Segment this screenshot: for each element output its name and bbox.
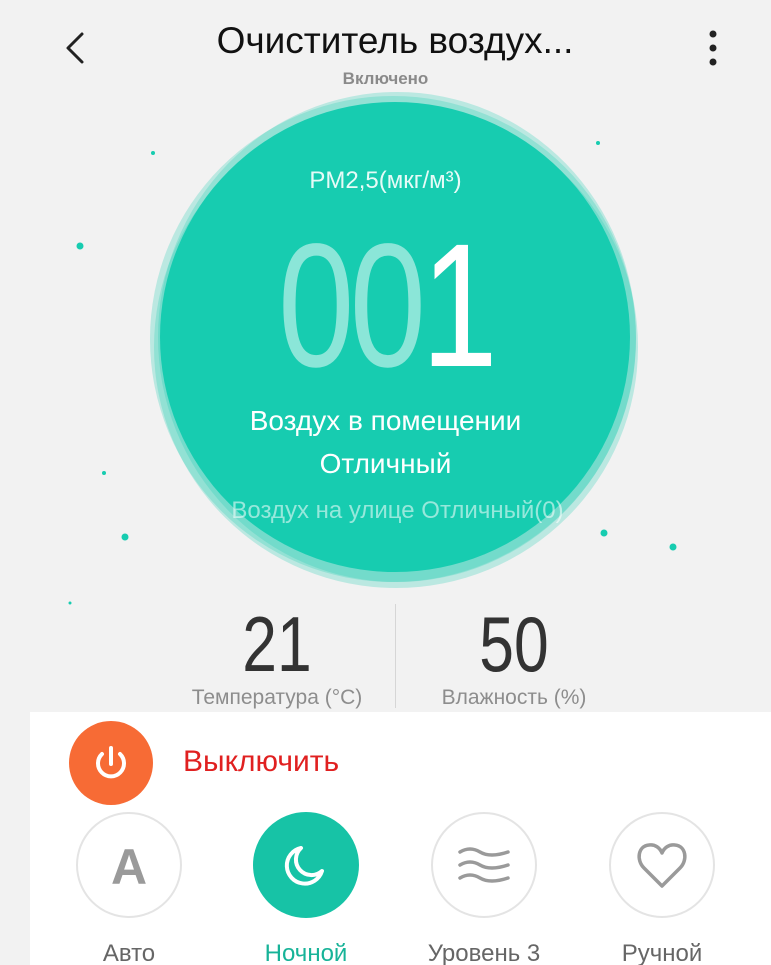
mode-night-circle (253, 812, 359, 918)
mode-level3-label: Уровень 3 (427, 940, 541, 965)
letter-a-icon: A (110, 839, 148, 895)
power-button[interactable] (69, 721, 153, 805)
heart-icon (637, 843, 687, 888)
mode-night-button[interactable]: Ночной (241, 812, 371, 965)
mode-manual-label: Ручной (621, 940, 703, 965)
indoor-air-status: Отличный (319, 448, 452, 479)
temperature-value: 21 (242, 600, 312, 688)
indoor-air-label: Воздух в помещении (249, 405, 522, 436)
pm25-significant: 1 (421, 208, 497, 404)
mode-auto-button[interactable]: A Авто (64, 812, 194, 965)
mode-level3-circle (431, 812, 537, 918)
humidity-label: Влажность (%) (441, 686, 587, 709)
humidity-value: 50 (479, 600, 549, 688)
temperature-label: Температура (°C) (191, 686, 363, 709)
mode-auto-circle: A (76, 812, 182, 918)
mode-auto-label: Авто (102, 940, 156, 965)
moon-icon (284, 846, 324, 886)
mode-night-label: Ночной (264, 940, 348, 965)
mode-manual-button[interactable]: Ручной (597, 812, 727, 965)
power-off-label[interactable]: Выключить (183, 745, 339, 779)
wind-waves-icon (458, 847, 510, 883)
pm25-label: PM2,5(мкг/м³) (309, 167, 462, 194)
temperature-stat: 21 Температура (°C) (147, 604, 407, 710)
mode-manual-circle (609, 812, 715, 918)
pm25-value: 001 (85, 218, 686, 394)
mode-level3-button[interactable]: Уровень 3 (419, 812, 549, 965)
outdoor-air-status: Воздух на улице Отличный(0) (231, 497, 564, 524)
humidity-stat: 50 Влажность (%) (384, 604, 644, 710)
pm25-leading-zeros: 00 (277, 208, 426, 404)
power-icon (96, 746, 126, 779)
